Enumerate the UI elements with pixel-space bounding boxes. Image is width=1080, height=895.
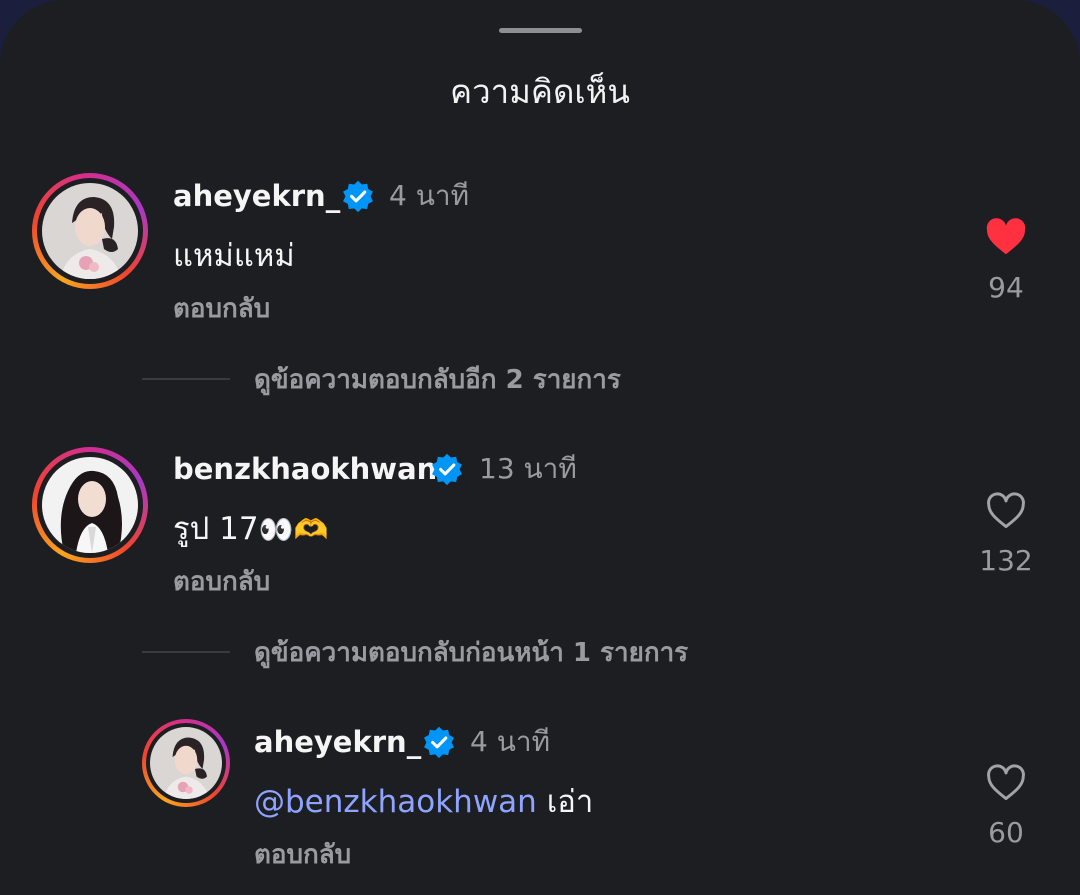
- comment-time: 4 นาที: [389, 179, 470, 212]
- like-button[interactable]: [976, 764, 1036, 802]
- avatar-photo: [150, 727, 222, 799]
- heart-filled-icon: [986, 218, 1026, 255]
- comment-time: 4 นาที: [470, 725, 551, 758]
- mention-link[interactable]: @benzkhaokhwan: [254, 784, 537, 820]
- comment-text: @benzkhaokhwan เอ่า: [254, 782, 593, 822]
- like-count: 60: [988, 816, 1024, 849]
- comment-emoji: 👀🫶: [258, 513, 329, 546]
- comment-text-body: เอ่า: [546, 784, 594, 820]
- divider: [142, 651, 230, 653]
- sheet-title: ความคิดเห็น: [450, 72, 630, 111]
- verified-badge-icon: [343, 180, 373, 213]
- reply-button[interactable]: ตอบกลับ: [173, 292, 270, 326]
- view-previous-replies-button[interactable]: ดูข้อความตอบกลับก่อนหน้า 1 รายการ: [254, 636, 688, 670]
- drag-handle[interactable]: [499, 28, 582, 33]
- heart-outline-icon: [987, 492, 1025, 529]
- reply-button[interactable]: ตอบกลับ: [254, 838, 351, 872]
- comment-text: แหม่แหม่: [173, 238, 295, 274]
- comment-text-body: รูป 17: [173, 511, 259, 547]
- verified-badge-icon: [424, 726, 454, 759]
- divider: [142, 378, 230, 380]
- like-count: 132: [979, 544, 1033, 577]
- username[interactable]: benzkhaokhwan: [173, 451, 437, 487]
- like-button[interactable]: [976, 492, 1036, 530]
- username[interactable]: aheyekrn_: [254, 724, 421, 760]
- comment-time: 13 นาที: [479, 452, 577, 485]
- avatar[interactable]: [142, 719, 230, 807]
- verified-badge-icon: [432, 453, 462, 486]
- avatar-photo: [42, 183, 138, 279]
- like-count: 94: [988, 271, 1024, 304]
- comments-sheet: ความคิดเห็น aheyekrn_ 4 นาที แหม่แหม่ ตอ…: [0, 0, 1080, 895]
- reply-button[interactable]: ตอบกลับ: [173, 565, 270, 599]
- heart-outline-icon: [987, 764, 1025, 801]
- avatar-photo: [42, 457, 138, 553]
- username[interactable]: aheyekrn_: [173, 178, 340, 214]
- avatar[interactable]: [32, 447, 148, 563]
- comment-text: รูป 17👀🫶: [173, 509, 328, 550]
- like-button[interactable]: [976, 218, 1036, 256]
- view-more-replies-button[interactable]: ดูข้อความตอบกลับอีก 2 รายการ: [254, 363, 621, 397]
- avatar[interactable]: [32, 173, 148, 289]
